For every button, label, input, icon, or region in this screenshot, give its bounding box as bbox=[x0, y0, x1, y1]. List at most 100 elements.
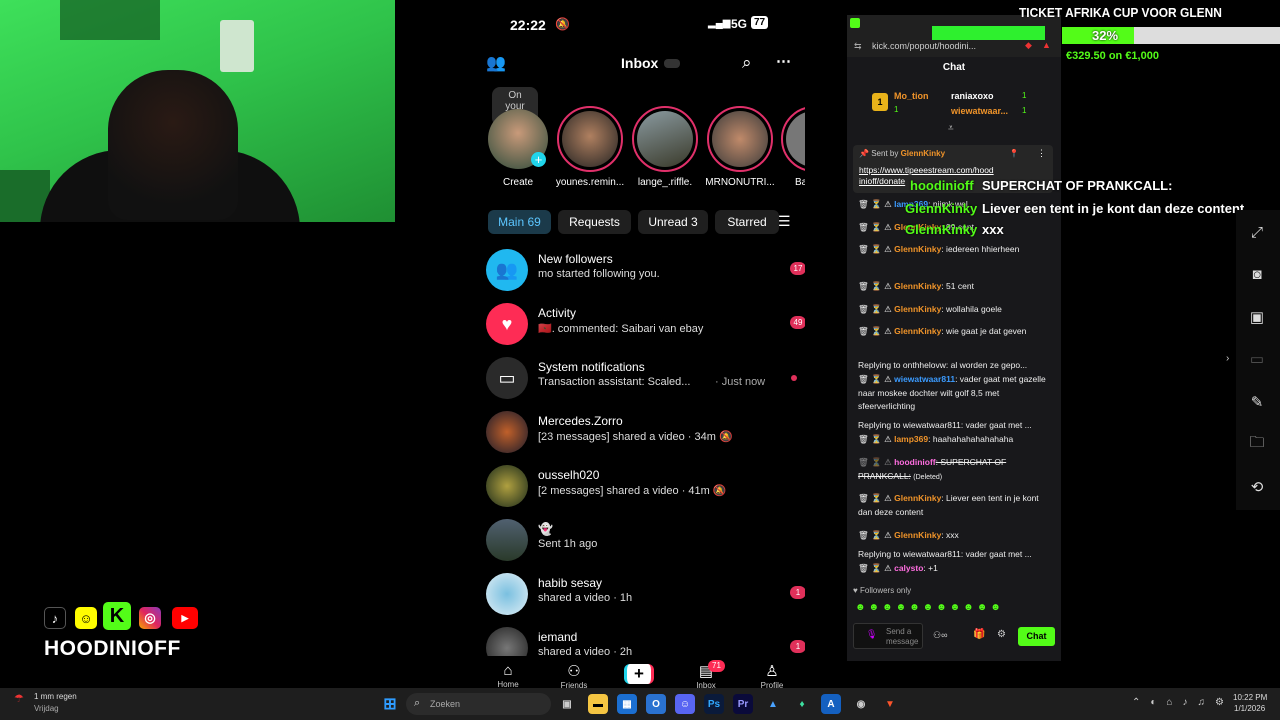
kick-favicon bbox=[850, 18, 860, 28]
chat-user[interactable]: GlennKinky bbox=[894, 281, 941, 291]
extension-icon[interactable]: ◆ bbox=[1025, 40, 1032, 51]
chat-user[interactable]: hoodinioff bbox=[894, 457, 936, 467]
deleted-tag: (Deleted) bbox=[913, 473, 943, 481]
chat-user[interactable]: GlennKinky bbox=[894, 493, 941, 503]
superchat-text: SUPERCHAT OF PRANKCALL: bbox=[982, 178, 1173, 193]
app-icon[interactable]: ♦ bbox=[792, 694, 812, 714]
list-item[interactable]: 👥 New followers mo started following you… bbox=[486, 245, 805, 295]
emote-icon[interactable]: ⚇∞ bbox=[933, 630, 947, 641]
weather-text[interactable]: 1 mm regen bbox=[34, 692, 77, 701]
tiktok-icon: ♪ bbox=[44, 607, 66, 629]
message-input[interactable]: 🎙 Send a message bbox=[853, 623, 923, 649]
obs-icon[interactable]: ◉ bbox=[851, 694, 871, 714]
nav-friends[interactable]: ⚇ Friends bbox=[549, 662, 599, 690]
discord-icon[interactable]: ☺ bbox=[675, 694, 695, 714]
chat-user[interactable]: calysto bbox=[894, 563, 923, 573]
story-item[interactable] bbox=[707, 106, 773, 172]
premiere-icon[interactable]: Pr bbox=[733, 694, 753, 714]
inbox-title: Inbox bbox=[621, 55, 659, 71]
site-info-icon[interactable]: ⇆ bbox=[854, 41, 862, 52]
search-icon[interactable]: ⌕ bbox=[742, 53, 752, 73]
nav-home[interactable]: ⌂ Home bbox=[483, 662, 533, 689]
brave-icon[interactable]: ▼ bbox=[880, 694, 900, 714]
profile-icon: ♙ bbox=[765, 663, 779, 680]
filter-unread[interactable]: Unread 3 bbox=[638, 210, 708, 234]
task-view-icon[interactable]: ▣ bbox=[557, 694, 577, 714]
story-item[interactable] bbox=[781, 106, 805, 172]
tts-text: xxx bbox=[982, 222, 1004, 237]
chat-user[interactable]: GlennKinky bbox=[894, 326, 941, 336]
gift-icon[interactable]: 🎁 bbox=[973, 629, 985, 640]
add-friend-icon[interactable]: 👥 bbox=[486, 53, 506, 73]
fullscreen-icon[interactable]: ⤢ bbox=[1245, 220, 1269, 244]
emote-bar[interactable]: ☻☻☻☻☻☻☻☻☻☻☻ bbox=[855, 602, 1004, 613]
chat-user[interactable]: GlennKinky bbox=[894, 244, 941, 254]
chevron-right-icon[interactable]: › bbox=[1226, 353, 1229, 364]
inbox-badge: 71 bbox=[708, 660, 725, 672]
more-icon[interactable]: ⋮ bbox=[1037, 148, 1046, 159]
story-label: Ba bbox=[795, 177, 805, 188]
brush-icon[interactable]: ✎ bbox=[1245, 390, 1269, 414]
gear-icon[interactable]: ⚙ bbox=[997, 629, 1006, 640]
leader-name[interactable]: wiewatwaar... bbox=[951, 106, 1008, 116]
leader-name[interactable]: raniaxoxo bbox=[951, 91, 994, 101]
camera-icon[interactable]: ◙ bbox=[1245, 262, 1269, 286]
windows-start-icon[interactable]: ⊞ bbox=[380, 694, 400, 714]
filter-main[interactable]: Main 69 bbox=[488, 210, 551, 234]
search-box[interactable]: ⌕ Zoeken bbox=[406, 693, 551, 715]
redaction-bar bbox=[932, 26, 1045, 40]
unread-badge: 1 bbox=[790, 640, 805, 653]
list-item[interactable]: ▭ System notifications Transaction assis… bbox=[486, 353, 797, 403]
goal-title: TICKET AFRIKA CUP VOOR GLENN bbox=[1019, 5, 1222, 20]
plus-icon[interactable]: + bbox=[531, 152, 546, 167]
screen-icon[interactable]: ▭ bbox=[1245, 347, 1269, 371]
wall-poster bbox=[220, 20, 254, 72]
inbox-tray-icon: ▭ bbox=[486, 357, 528, 399]
list-item[interactable]: ousselh020 [2 messages] shared a video ·… bbox=[486, 461, 796, 511]
folder-icon[interactable]: 🗀 bbox=[1245, 432, 1269, 456]
leader-name[interactable]: Mo_tion bbox=[894, 91, 929, 101]
weather-day: Vrijdag bbox=[34, 704, 59, 713]
chat-user[interactable]: lamp369 bbox=[894, 434, 928, 444]
create-button[interactable]: + bbox=[624, 664, 654, 684]
url-bar[interactable]: kick.com/popout/hoodini... bbox=[872, 41, 976, 51]
list-item[interactable]: 👻 Sent 1h ago bbox=[486, 515, 796, 565]
rotate-icon[interactable]: ⟲ bbox=[1245, 475, 1269, 499]
list-item[interactable]: Mercedes.Zorro [23 messages] shared a vi… bbox=[486, 407, 796, 457]
pinned-user[interactable]: GlennKinky bbox=[901, 149, 945, 158]
list-item[interactable]: ♥ Activity 🇲🇦. commented: Saibari van eb… bbox=[486, 299, 805, 349]
filter-settings-icon[interactable]: ☰ bbox=[778, 213, 791, 230]
chat-message: 🗑 ⏳ ⚠ GlennKinky: iedereen hhierheen bbox=[858, 244, 1020, 254]
heart-icon: ♥ bbox=[486, 303, 528, 345]
brand-name: HOODINIOFF bbox=[44, 637, 181, 660]
tray-icons[interactable]: ⌃◐⌂♪♫⚙ bbox=[1132, 697, 1234, 708]
file-explorer-icon[interactable]: ▬ bbox=[588, 694, 608, 714]
nav-profile[interactable]: ♙ Profile bbox=[747, 662, 797, 690]
status-toggle[interactable] bbox=[664, 59, 680, 68]
chat-user[interactable]: GlennKinky bbox=[894, 530, 941, 540]
photoshop-icon[interactable]: Ps bbox=[704, 694, 724, 714]
story-item[interactable] bbox=[632, 106, 698, 172]
chat-user[interactable]: GlennKinky bbox=[894, 304, 941, 314]
chat-user[interactable]: wiewatwaar811 bbox=[894, 374, 955, 384]
filter-starred[interactable]: Starred bbox=[715, 210, 779, 234]
record-icon[interactable]: ▣ bbox=[1245, 305, 1269, 329]
chat-send-button[interactable]: Chat bbox=[1018, 627, 1055, 646]
chat-message: 🗑 ⏳ ⚠ GlennKinky: xxx bbox=[858, 530, 959, 540]
filter-requests[interactable]: Requests bbox=[558, 210, 631, 234]
outlook-icon[interactable]: O bbox=[646, 694, 666, 714]
more-icon[interactable]: ⋯ bbox=[776, 52, 791, 70]
chevron-down-icon[interactable]: ⩡ bbox=[948, 123, 954, 134]
row-subtitle: Sent 1h ago bbox=[538, 538, 598, 550]
unread-badge: 17 bbox=[790, 262, 805, 275]
mic-icon[interactable]: 🎙 bbox=[866, 629, 877, 640]
app-icon[interactable]: ▲ bbox=[763, 694, 783, 714]
app-icon[interactable]: A bbox=[821, 694, 841, 714]
unread-dot bbox=[791, 375, 797, 381]
store-icon[interactable]: ▦ bbox=[617, 694, 637, 714]
unpin-icon[interactable]: 📍 bbox=[1009, 149, 1019, 158]
clock-time[interactable]: 10:22 PM bbox=[1233, 693, 1267, 702]
list-item[interactable]: habib sesay shared a video · 1h 1 bbox=[486, 569, 805, 619]
shield-icon[interactable]: ▲ bbox=[1042, 40, 1051, 50]
story-item[interactable] bbox=[557, 106, 623, 172]
